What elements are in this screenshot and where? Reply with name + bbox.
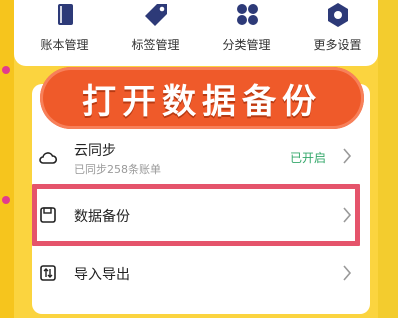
grid-item-tag-management[interactable]: 标签管理 (110, 0, 201, 53)
book-icon (57, 4, 73, 25)
category-grid-icon (236, 4, 258, 25)
decor-dot (2, 66, 10, 74)
quick-actions-card: 账本管理 标签管理 分类管理 更多设置 (14, 0, 378, 66)
list-row-import-export[interactable]: 导入导出 (32, 245, 370, 301)
grid-item-ledger-management[interactable]: 账本管理 (19, 0, 110, 53)
chevron-right-icon (343, 148, 352, 164)
grid-item-label: 分类管理 (222, 38, 271, 52)
grid-item-label: 标签管理 (131, 38, 180, 52)
row-subtitle: 已同步258条账单 (74, 163, 161, 176)
sync-status-label: 已开启 (289, 151, 326, 165)
list-row-cloud-sync[interactable]: 云同步 已同步258条账单 已开启 (32, 128, 370, 184)
instruction-banner: 打开数据备份 (40, 67, 364, 129)
tag-icon (144, 4, 167, 26)
highlight-box (32, 184, 360, 246)
grid-item-label: 账本管理 (40, 38, 89, 52)
grid-item-category-management[interactable]: 分类管理 (201, 0, 292, 53)
settings-gear-icon (327, 3, 348, 27)
import-export-icon (40, 265, 56, 281)
row-title: 云同步 (74, 143, 116, 159)
grid-item-label: 更多设置 (313, 38, 362, 52)
chevron-right-icon (343, 265, 352, 281)
row-title: 导入导出 (74, 267, 130, 283)
left-edge-strip (0, 0, 14, 318)
cloud-icon (39, 152, 58, 164)
banner-text: 打开数据备份 (82, 81, 322, 122)
decor-dot (2, 196, 10, 204)
grid-item-more-settings[interactable]: 更多设置 (292, 0, 383, 53)
